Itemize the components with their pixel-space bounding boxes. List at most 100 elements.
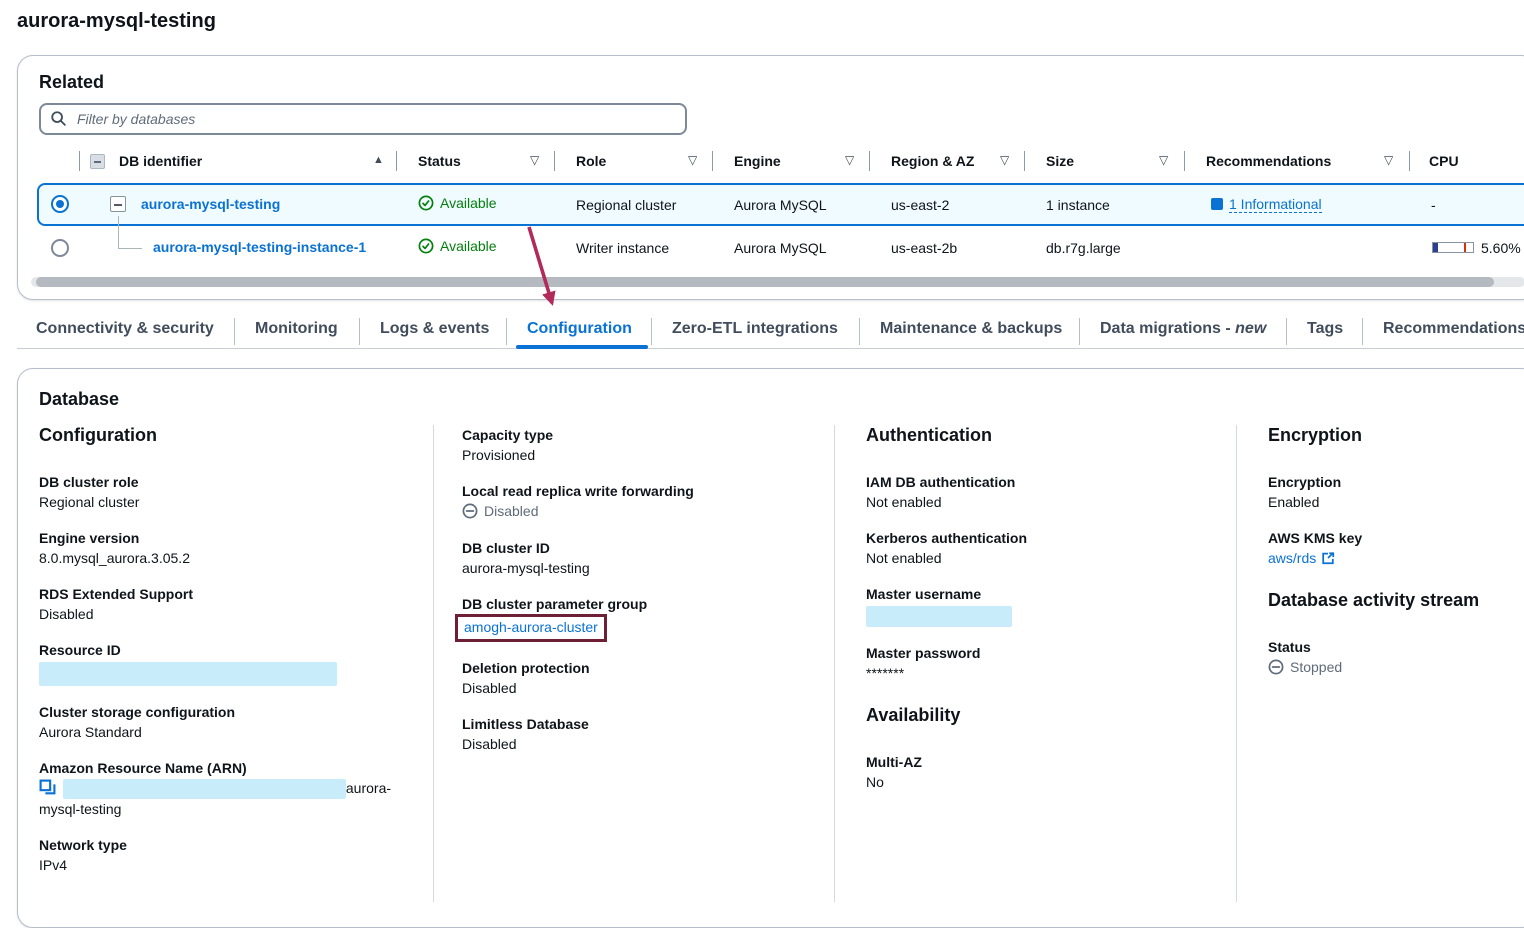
filter-status-icon[interactable]: ▽: [530, 153, 539, 167]
check-circle-icon: [418, 195, 434, 211]
field-activity-stream-status: Status Stopped: [1268, 637, 1524, 678]
field-master-password: Master password *******: [866, 643, 1226, 683]
redacted-resource-id: [39, 662, 337, 686]
parameter-group-link[interactable]: amogh-aurora-cluster: [464, 619, 598, 635]
tab-logs-events[interactable]: Logs & events: [380, 320, 489, 338]
field-encryption: Encryption Enabled: [1268, 472, 1524, 512]
column-header-db-identifier[interactable]: DB identifier: [119, 153, 202, 169]
configuration-column-2: Capacity type Provisioned Local read rep…: [462, 425, 822, 770]
field-kerberos-authentication: Kerberos authentication Not enabled: [866, 528, 1226, 568]
database-heading: Database: [39, 389, 119, 410]
availability-section-heading: Availability: [866, 705, 1226, 726]
region-cell: us-east-2b: [891, 240, 957, 256]
field-db-cluster-role: DB cluster role Regional cluster: [39, 472, 419, 512]
informational-square-icon: [1211, 198, 1223, 210]
row-instance-radio[interactable]: [51, 239, 69, 257]
filter-databases-field: [39, 103, 687, 135]
encryption-section-heading: Encryption: [1268, 425, 1524, 446]
copy-icon[interactable]: [39, 779, 56, 796]
authentication-column: Authentication IAM DB authentication Not…: [866, 425, 1226, 808]
header-divider: [79, 151, 80, 171]
tab-maintenance-backups[interactable]: Maintenance & backups: [880, 320, 1062, 338]
region-cell: us-east-2: [891, 197, 949, 213]
cpu-meter: [1432, 242, 1474, 253]
tab-recommendations[interactable]: Recommendations: [1383, 320, 1524, 338]
column-header-cpu[interactable]: CPU: [1429, 153, 1459, 169]
cpu-cell: 5.60%: [1481, 240, 1521, 256]
check-circle-icon: [418, 238, 434, 254]
recommendations-cell: 1 Informational: [1211, 196, 1322, 212]
field-resource-id: Resource ID: [39, 640, 419, 686]
field-limitless-database: Limitless Database Disabled: [462, 714, 822, 754]
db-link-cluster[interactable]: aurora-mysql-testing: [141, 196, 280, 212]
column-header-region-az[interactable]: Region & AZ: [891, 153, 974, 169]
page-title: aurora-mysql-testing: [17, 10, 216, 33]
informational-link[interactable]: 1 Informational: [1229, 196, 1322, 213]
engine-cell: Aurora MySQL: [734, 197, 827, 213]
filter-size-icon[interactable]: ▽: [1159, 153, 1168, 167]
filter-role-icon[interactable]: ▽: [688, 153, 697, 167]
configuration-column: Configuration DB cluster role Regional c…: [39, 425, 419, 891]
database-panel: Database Configuration DB cluster role R…: [17, 368, 1524, 928]
field-network-type: Network type IPv4: [39, 835, 419, 875]
tab-connectivity-security[interactable]: Connectivity & security: [36, 320, 214, 338]
size-cell: 1 instance: [1046, 197, 1110, 213]
filter-databases-input[interactable]: [39, 103, 687, 135]
collapse-toggle-icon[interactable]: [110, 196, 126, 212]
authentication-section-heading: Authentication: [866, 425, 1226, 446]
database-activity-stream-heading: Database activity stream: [1268, 590, 1524, 611]
external-link-icon: [1321, 551, 1335, 565]
field-db-cluster-parameter-group: DB cluster parameter group amogh-aurora-…: [462, 594, 822, 642]
select-all-checkbox[interactable]: [90, 154, 105, 169]
tab-data-migrations[interactable]: Data migrations - new: [1100, 320, 1266, 338]
active-tab-underline: [516, 345, 648, 349]
filter-engine-icon[interactable]: ▽: [845, 153, 854, 167]
field-cluster-storage-configuration: Cluster storage configuration Aurora Sta…: [39, 702, 419, 742]
column-header-size[interactable]: Size: [1046, 153, 1074, 169]
scrollbar-thumb[interactable]: [36, 277, 1494, 287]
size-cell: db.r7g.large: [1046, 240, 1121, 256]
tab-zero-etl-integrations[interactable]: Zero-ETL integrations: [672, 320, 838, 338]
field-multi-az: Multi-AZ No: [866, 752, 1226, 792]
field-deletion-protection: Deletion protection Disabled: [462, 658, 822, 698]
row-cluster-radio[interactable]: [51, 195, 69, 213]
cpu-cell: -: [1431, 197, 1436, 213]
search-icon: [50, 110, 67, 127]
filter-region-icon[interactable]: ▽: [1000, 153, 1009, 167]
column-header-status[interactable]: Status: [418, 153, 461, 169]
engine-cell: Aurora MySQL: [734, 240, 827, 256]
column-header-engine[interactable]: Engine: [734, 153, 781, 169]
sort-ascending-icon[interactable]: ▲: [373, 154, 384, 166]
role-cell: Regional cluster: [576, 197, 676, 213]
field-db-cluster-id: DB cluster ID aurora-mysql-testing: [462, 538, 822, 578]
tree-connector: [118, 216, 119, 248]
db-link-instance[interactable]: aurora-mysql-testing-instance-1: [153, 239, 366, 255]
redacted-master-username: [866, 606, 1012, 627]
status-cell: Available: [418, 238, 497, 254]
tab-configuration[interactable]: Configuration: [527, 320, 632, 338]
horizontal-scrollbar: [31, 277, 1524, 287]
column-header-role[interactable]: Role: [576, 153, 606, 169]
filter-recommendations-icon[interactable]: ▽: [1384, 153, 1393, 167]
disabled-circle-icon: [462, 503, 478, 519]
tab-monitoring[interactable]: Monitoring: [255, 320, 338, 338]
tree-connector: [118, 248, 142, 249]
tabs-divider-line: [17, 348, 1524, 349]
field-iam-db-authentication: IAM DB authentication Not enabled: [866, 472, 1226, 512]
related-heading: Related: [39, 72, 104, 93]
stopped-circle-icon: [1268, 659, 1284, 675]
field-local-read-replica-write-forwarding: Local read replica write forwarding Disa…: [462, 481, 822, 522]
related-panel: Related DB identifier ▲ Status ▽ Role ▽ …: [17, 55, 1524, 300]
role-cell: Writer instance: [576, 240, 669, 256]
encryption-column: Encryption Encryption Enabled AWS KMS ke…: [1268, 425, 1524, 694]
redacted-arn: [63, 779, 346, 799]
field-engine-version: Engine version 8.0.mysql_aurora.3.05.2: [39, 528, 419, 568]
field-rds-extended-support: RDS Extended Support Disabled: [39, 584, 419, 624]
field-arn: Amazon Resource Name (ARN) aurora- mysql…: [39, 758, 419, 819]
kms-key-link[interactable]: aws/rds: [1268, 548, 1335, 568]
column-header-recommendations[interactable]: Recommendations: [1206, 153, 1331, 169]
field-capacity-type: Capacity type Provisioned: [462, 425, 822, 465]
annotation-box: amogh-aurora-cluster: [455, 614, 607, 642]
status-cell: Available: [418, 195, 497, 211]
tab-tags[interactable]: Tags: [1307, 320, 1343, 338]
